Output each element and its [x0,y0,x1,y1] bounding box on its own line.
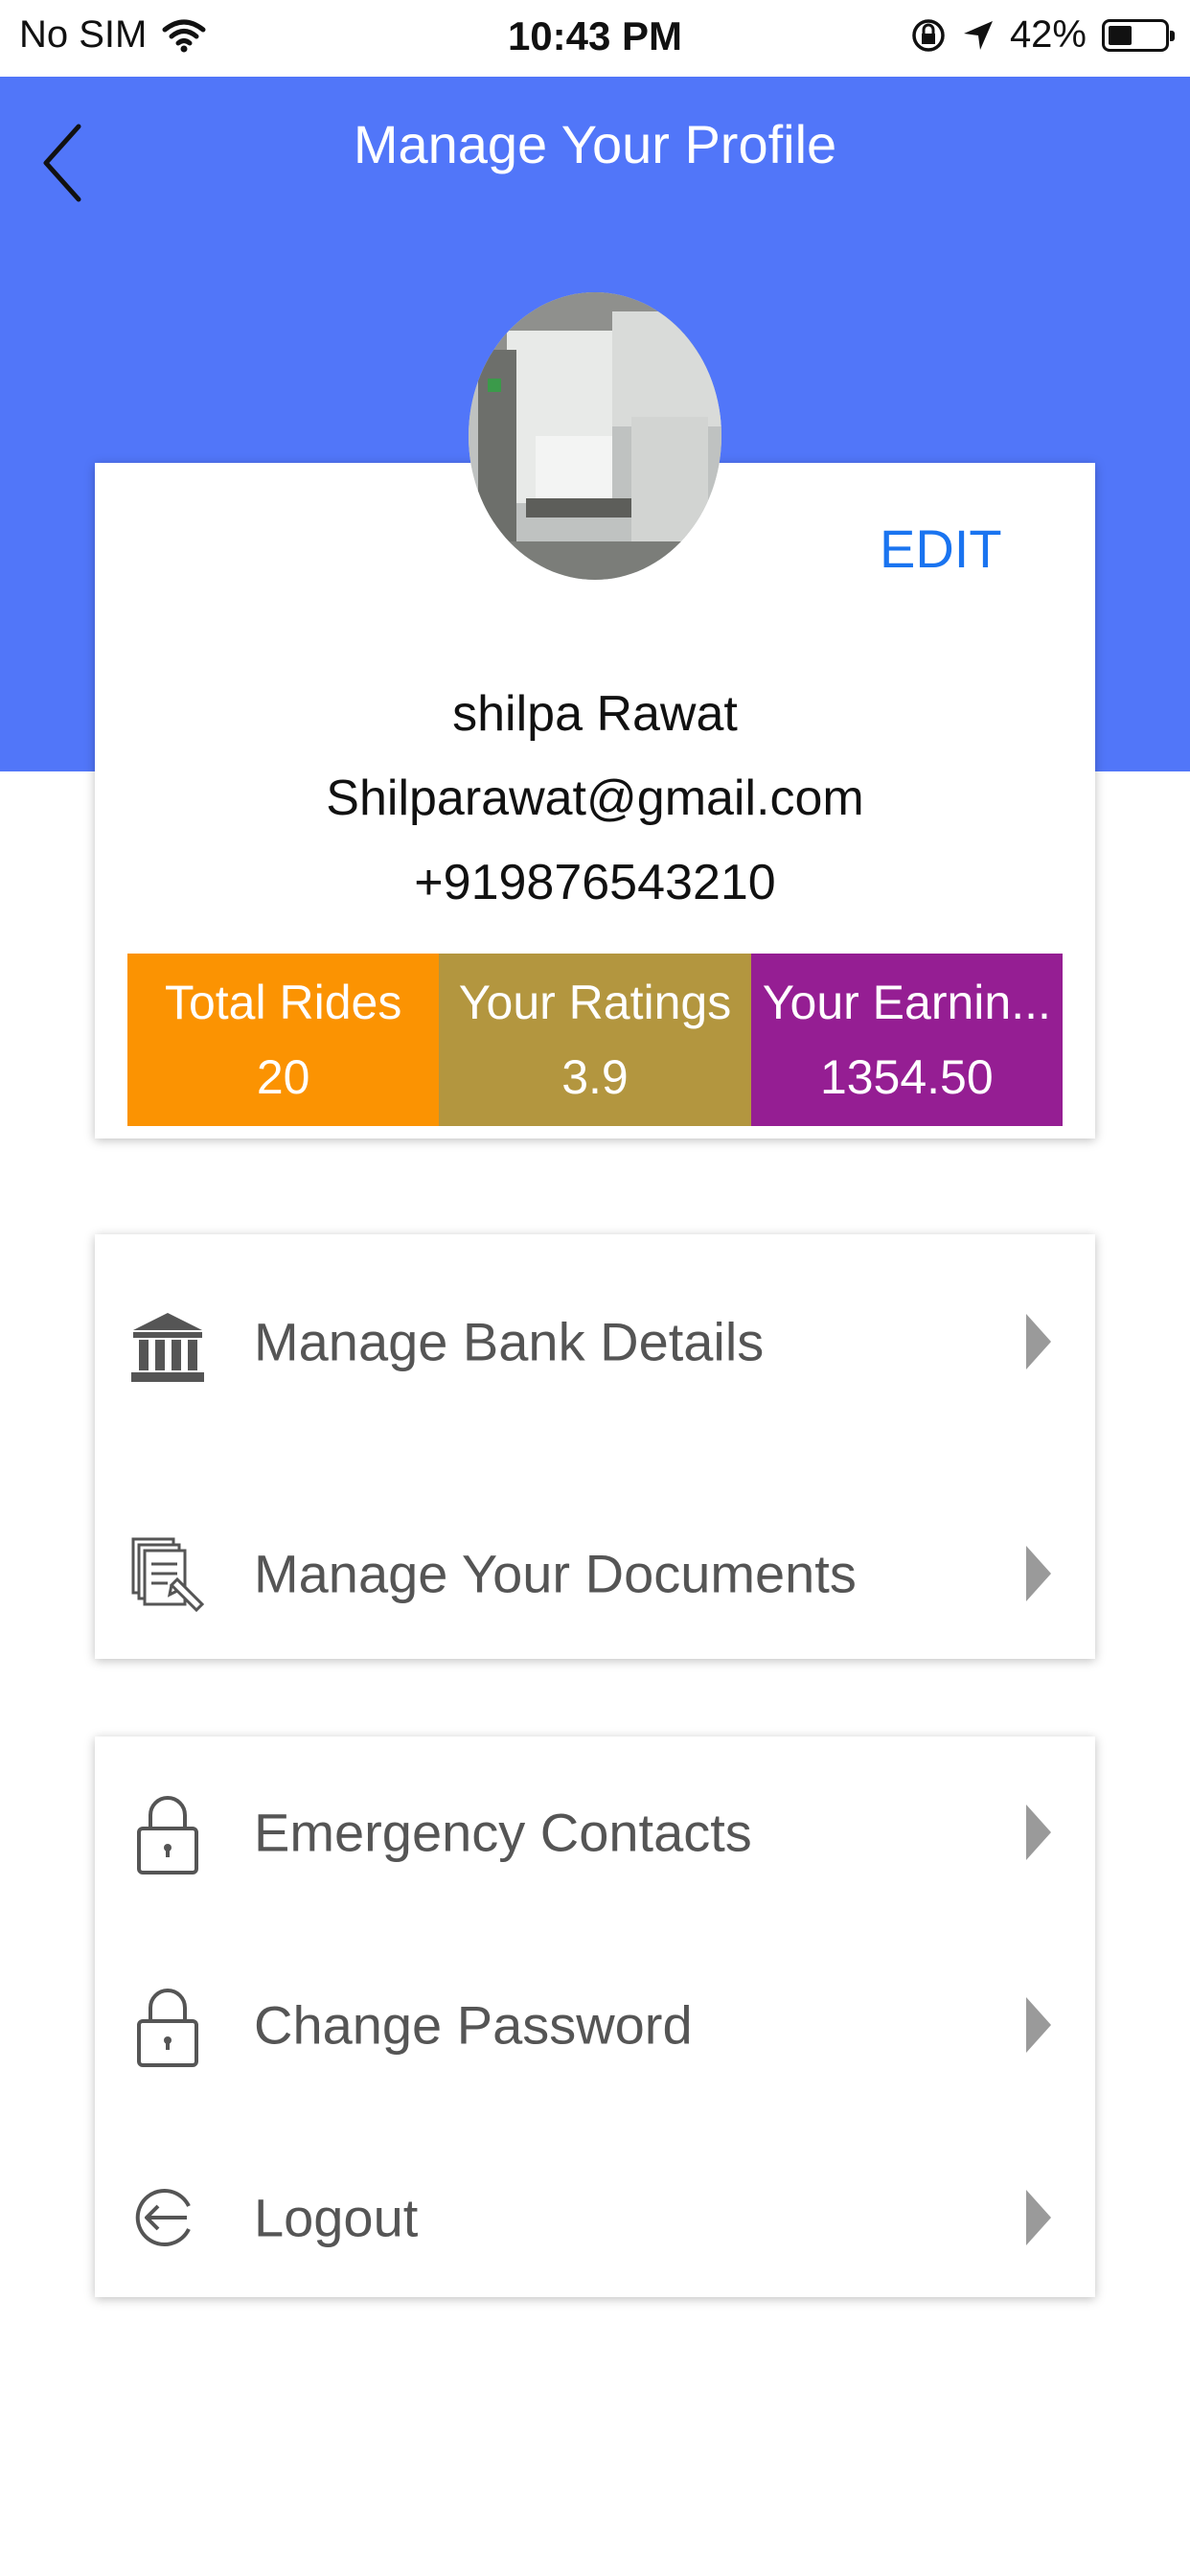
bank-icon [131,1313,204,1382]
chevron-right-icon [1026,2190,1051,2245]
lock-icon [137,1796,198,1874]
profile-name: shilpa Rawat [452,686,738,742]
status-bar: No SIM 10:43 PM 42% [0,0,1190,77]
stats-row: Total Rides 20 Your Ratings 3.9 Your Ear… [127,954,1063,1126]
lock-icon [137,1989,198,2067]
profile-email: Shilparawat@gmail.com [326,770,864,826]
stat-earnings: Your Earnin... 1354.50 [750,954,1063,1126]
chevron-right-icon [1026,1805,1051,1860]
menu-item-documents[interactable]: Manage Your Documents [95,1478,1095,1669]
menu-label: Change Password [254,1994,693,2056]
menu-item-change-password[interactable]: Change Password [95,1929,1095,2121]
rotation-lock-icon [912,18,945,52]
logout-icon [135,2189,191,2246]
stat-label: Your Earnin... [762,976,1051,1029]
stat-value: 1354.50 [819,1050,994,1104]
account-card: Emergency Contacts Change Password Logou… [95,1736,1095,2297]
battery-fill [1109,25,1132,45]
stat-value: 3.9 [561,1050,629,1104]
menu-item-logout[interactable]: Logout [95,2122,1095,2313]
profile-phone: +919876543210 [414,855,776,910]
stat-ratings: Your Ratings 3.9 [439,954,751,1126]
stat-label: Total Rides [164,976,402,1029]
menu-label: Emergency Contacts [254,1802,752,1863]
edit-button[interactable]: EDIT [880,518,1002,580]
location-arrow-icon [963,20,993,50]
menu-item-emergency-contacts[interactable]: Emergency Contacts [95,1736,1095,1928]
stat-value: 20 [256,1050,310,1104]
battery-icon [1102,18,1175,52]
menu-label: Manage Your Documents [254,1543,857,1604]
battery-percent: 42% [1009,13,1087,56]
chevron-right-icon [1026,1314,1051,1369]
chevron-right-icon [1026,1546,1051,1601]
page-title: Manage Your Profile [353,114,837,174]
avatar-photo [469,292,721,580]
status-right: 42% [910,13,1175,57]
chevron-right-icon [1026,1997,1051,2053]
bank-documents-card: Manage Bank Details Manage Your Document… [95,1234,1095,1659]
menu-item-bank-details[interactable]: Manage Bank Details [95,1246,1095,1438]
profile-avatar[interactable] [469,292,721,580]
documents-icon [131,1537,205,1613]
menu-label: Logout [254,2187,419,2248]
stat-label: Your Ratings [458,976,732,1029]
menu-label: Manage Bank Details [254,1311,765,1372]
stat-total-rides: Total Rides 20 [127,954,440,1126]
